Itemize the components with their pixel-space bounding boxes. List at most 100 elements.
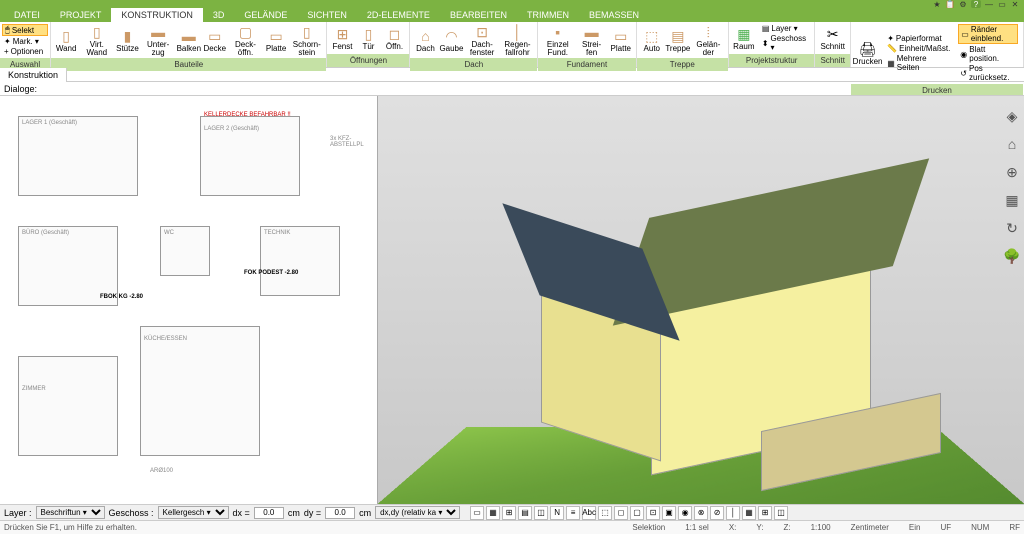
bottom-tool-4[interactable]: ◫: [534, 506, 548, 520]
rotate-icon[interactable]: ↻: [1002, 218, 1022, 238]
tool-icon: ◻: [385, 25, 403, 43]
title-icon-help[interactable]: ?: [971, 0, 981, 8]
bottom-tool-1[interactable]: ▦: [486, 506, 500, 520]
gel-n-der-button[interactable]: ⦙Gelän- der: [692, 22, 725, 58]
tab-3d[interactable]: 3D: [203, 8, 235, 22]
ribbon: 🖱 Selekt ✦ Mark. ▾ + Optionen Auswahl ▯W…: [0, 22, 1024, 68]
window-min-icon[interactable]: —: [984, 0, 994, 8]
title-icon-star[interactable]: ★: [932, 0, 942, 8]
title-bar: ★ 📋 ⚙ ? — ▭ ✕: [0, 0, 1024, 8]
parking-label: 3x KFZ- ABSTELLPL: [330, 136, 377, 148]
target-icon[interactable]: ⊕: [1002, 162, 1022, 182]
regen-fallrohr-button[interactable]: │Regen- fallrohr: [501, 22, 534, 58]
bottom-tool-3[interactable]: ▤: [518, 506, 532, 520]
tab-bemassen[interactable]: BEMASSEN: [579, 8, 649, 22]
grid-icon[interactable]: ▦: [1002, 190, 1022, 210]
tab-trimmen[interactable]: TRIMMEN: [517, 8, 579, 22]
bottom-tool-16[interactable]: │: [726, 506, 740, 520]
room-label: WC: [164, 230, 174, 236]
virt-wand-button[interactable]: ▯Virt. Wand: [80, 22, 113, 58]
platte-button[interactable]: ▭Platte: [609, 26, 633, 54]
group-oeffnungen: Öffnungen: [327, 54, 409, 67]
layers-icon[interactable]: ◈: [1002, 106, 1022, 126]
fenst-button[interactable]: ⊞Fenst: [330, 24, 354, 52]
tool-icon: ▭: [612, 27, 630, 45]
dy-input[interactable]: [325, 507, 355, 519]
tree-icon[interactable]: 🌳: [1002, 246, 1022, 266]
window-max-icon[interactable]: ▭: [997, 0, 1007, 8]
mode-select[interactable]: dx,dy (relativ ka ▾: [375, 506, 460, 519]
bottom-tool-17[interactable]: ▦: [742, 506, 756, 520]
dach-button[interactable]: ⌂Dach: [413, 26, 437, 54]
wand-button[interactable]: ▯Wand: [54, 26, 78, 54]
bottom-tool-7[interactable]: Abc: [582, 506, 596, 520]
optionen-button[interactable]: + Optionen: [2, 47, 48, 56]
dach-fenster-button[interactable]: ⊡Dach- fenster: [465, 22, 498, 58]
geschoss-select[interactable]: Kellergesch ▾: [158, 506, 229, 519]
plan-2d-view[interactable]: LAGER 1 (Geschäft) KELLERDECKE BEFAHRBAR…: [0, 96, 378, 504]
bottom-tool-8[interactable]: ⬚: [598, 506, 612, 520]
tab-datei[interactable]: DATEI: [4, 8, 50, 22]
subtabs: Konstruktion: [0, 68, 1024, 82]
window-close-icon[interactable]: ✕: [1010, 0, 1020, 8]
raender-button[interactable]: ▭ Ränder einblend.: [958, 24, 1018, 44]
bottom-tool-12[interactable]: ▣: [662, 506, 676, 520]
room-label: KÜCHE/ESSEN: [144, 336, 187, 342]
einzel-fund--button[interactable]: ▪Einzel Fund.: [541, 22, 574, 58]
st-tze-button[interactable]: ▮Stütze: [115, 26, 139, 54]
t-r-button[interactable]: ▯Tür: [356, 24, 380, 52]
tab-2delemente[interactable]: 2D-ELEMENTE: [357, 8, 440, 22]
blatt-position-button[interactable]: ◉ Blatt position.: [958, 45, 1018, 63]
bottom-tool-5[interactable]: N: [550, 506, 564, 520]
bottom-tool-9[interactable]: ◻: [614, 506, 628, 520]
deck-ffn--button[interactable]: ▢Deck- öffn.: [229, 22, 262, 58]
mark-button[interactable]: ✦ Mark. ▾: [2, 37, 48, 46]
raum-button[interactable]: ▦Raum: [732, 24, 756, 52]
tool-icon: ▯: [298, 23, 316, 41]
platte-button[interactable]: ▭Platte: [264, 26, 288, 54]
title-icon-note[interactable]: 📋: [945, 0, 955, 8]
geschoss-dropdown[interactable]: ⬍ Geschoss ▾: [760, 34, 810, 52]
bottom-tool-13[interactable]: ◉: [678, 506, 692, 520]
papierformat-button[interactable]: ✦ Papierformat: [885, 34, 952, 43]
bottom-tool-18[interactable]: ⊞: [758, 506, 772, 520]
layer-button[interactable]: ▤ Layer ▾: [760, 24, 810, 33]
decke-button[interactable]: ▭Decke: [203, 26, 227, 54]
room-label: BÜRO (Geschäft): [22, 230, 69, 236]
tool-icon: ◠: [442, 27, 460, 45]
view-3d[interactable]: ◈ ⌂ ⊕ ▦ ↻ 🌳: [378, 96, 1024, 504]
schnitt-button[interactable]: ✂Schnitt: [818, 24, 846, 52]
bottom-tool-11[interactable]: ⊡: [646, 506, 660, 520]
tab-gelaende[interactable]: GELÄNDE: [234, 8, 297, 22]
strei-fen-button[interactable]: ▬Strei- fen: [576, 22, 606, 58]
dx-input[interactable]: [254, 507, 284, 519]
gaube-button[interactable]: ◠Gaube: [439, 26, 463, 54]
drucken-button[interactable]: 🖨Drucken: [854, 39, 881, 67]
dx-label: dx =: [233, 508, 250, 518]
cm-label: cm: [288, 508, 300, 518]
home-icon[interactable]: ⌂: [1002, 134, 1022, 154]
subtab-konstruktion[interactable]: Konstruktion: [0, 68, 67, 82]
schorn-stein-button[interactable]: ▯Schorn- stein: [290, 22, 323, 58]
-ffn--button[interactable]: ◻Öffn.: [382, 24, 406, 52]
balken-button[interactable]: ▬Balken: [177, 26, 201, 54]
bottom-tool-14[interactable]: ⊗: [694, 506, 708, 520]
treppe-button[interactable]: ▤Treppe: [666, 26, 690, 54]
bottom-tool-19[interactable]: ◫: [774, 506, 788, 520]
tab-sichten[interactable]: SICHTEN: [297, 8, 357, 22]
tab-bearbeiten[interactable]: BEARBEITEN: [440, 8, 517, 22]
einheit-button[interactable]: 📏 Einheit/Maßst.: [885, 44, 952, 53]
bottom-tool-6[interactable]: ≡: [566, 506, 580, 520]
unter-zug-button[interactable]: ▬Unter- zug: [141, 22, 174, 58]
auto-button[interactable]: ⬚Auto: [640, 26, 664, 54]
title-icon-gear[interactable]: ⚙: [958, 0, 968, 8]
status-z: Z:: [784, 523, 791, 532]
tab-konstruktion[interactable]: KONSTRUKTION: [111, 8, 203, 22]
bottom-tool-2[interactable]: ⊞: [502, 506, 516, 520]
bottom-tool-15[interactable]: ⊘: [710, 506, 724, 520]
bottom-tool-10[interactable]: ▢: [630, 506, 644, 520]
layer-select[interactable]: Beschriftun ▾: [36, 506, 105, 519]
tab-projekt[interactable]: PROJEKT: [50, 8, 112, 22]
bottom-tool-0[interactable]: ▭: [470, 506, 484, 520]
selekt-button[interactable]: 🖱 Selekt: [2, 24, 48, 36]
